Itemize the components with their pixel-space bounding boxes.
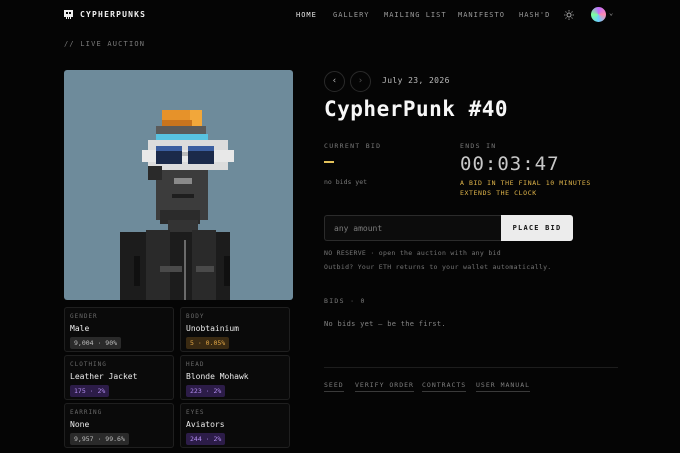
nav-mailing-list[interactable]: MAILING LIST [384,11,447,19]
sun-icon[interactable] [564,10,574,20]
trait-rarity-badge: 223 · 2% [186,385,226,397]
current-bid-label: CURRENT BID [324,142,382,150]
trait-label: BODY [186,313,205,320]
trait-value: Leather Jacket [70,372,138,381]
ends-in-label: ENDS IN [460,142,497,150]
footer-link-verify-order[interactable]: VERIFY ORDER [355,381,414,392]
trait-label: EARRING [70,409,103,416]
prev-auction-button[interactable]: ‹ [324,71,345,92]
trait-value: Male [70,324,90,333]
bids-empty-state: No bids yet — be the first. [324,320,446,328]
countdown-timer: 00:03:47 [460,153,560,175]
trait-card-body[interactable]: BODY Unobtainium 5 · 0.05% [180,307,290,352]
trait-value: Aviators [186,420,225,429]
trait-label: CLOTHING [70,361,107,368]
no-bids-note: no bids yet [324,178,368,186]
trait-label: GENDER [70,313,98,320]
skull-logo-icon [64,10,73,19]
bids-count-label: BIDS · 0 [324,297,366,305]
trait-rarity-badge: 9,004 · 90% [70,337,122,349]
nav-manifesto[interactable]: MANIFESTO [458,11,505,19]
trait-card-earring[interactable]: EARRING None 9,957 · 99.6% [64,403,174,448]
trait-value: Blonde Mohawk [186,372,249,381]
trait-card-clothing[interactable]: CLOTHING Leather Jacket 175 · 2% [64,355,174,400]
nav-hashd[interactable]: HASH'D [519,11,550,19]
footer-link-seed[interactable]: SEED [324,381,344,392]
chevron-left-icon: ‹ [331,76,338,86]
trait-value: None [70,420,90,429]
trait-rarity-badge: 175 · 2% [70,385,110,397]
trait-label: EYES [186,409,205,416]
place-bid-button[interactable]: PLACE BID [501,215,573,241]
trait-card-head[interactable]: HEAD Blonde Mohawk 223 · 2% [180,355,290,400]
trait-value: Unobtainium [186,324,239,333]
divider [324,367,618,368]
trait-card-eyes[interactable]: EYES Aviators 244 · 2% [180,403,290,448]
trait-card-gender[interactable]: GENDER Male 9,004 · 90% [64,307,174,352]
account-avatar[interactable] [591,7,606,22]
bid-amount-input[interactable]: any amount [324,215,501,241]
footer-link-contracts[interactable]: CONTRACTS [422,381,467,392]
section-label: // LIVE AUCTION [64,40,146,48]
footer-link-user-manual[interactable]: USER MANUAL [476,381,531,392]
bid-input-placeholder: any amount [334,224,383,233]
current-bid-value [324,161,334,163]
auction-title: CypherPunk #40 [324,97,509,121]
top-nav: CYPHERPUNKS HOME GALLERY MAILING LIST MA… [0,0,680,30]
extend-notice: A BID IN THE FINAL 10 MINUTES EXTENDS TH… [460,179,591,197]
outbid-note: Outbid? Your ETH returns to your wallet … [324,263,552,271]
trait-rarity-badge: 9,957 · 99.6% [70,433,129,445]
nav-home[interactable]: HOME [296,11,317,19]
punk-artwork [64,70,293,300]
brand-name: CYPHERPUNKS [80,10,147,19]
nav-gallery[interactable]: GALLERY [333,11,370,19]
trait-rarity-badge: 244 · 2% [186,433,226,445]
auction-date: July 23, 2026 [382,76,450,85]
chevron-down-icon[interactable]: ⌄ [609,9,613,17]
next-auction-button[interactable]: › [350,71,371,92]
brand-logo[interactable]: CYPHERPUNKS [63,9,146,20]
trait-label: HEAD [186,361,205,368]
chevron-right-icon: › [357,76,364,86]
reserve-note: NO RESERVE · open the auction with any b… [324,249,501,257]
trait-rarity-badge: 5 · 0.05% [186,337,230,349]
